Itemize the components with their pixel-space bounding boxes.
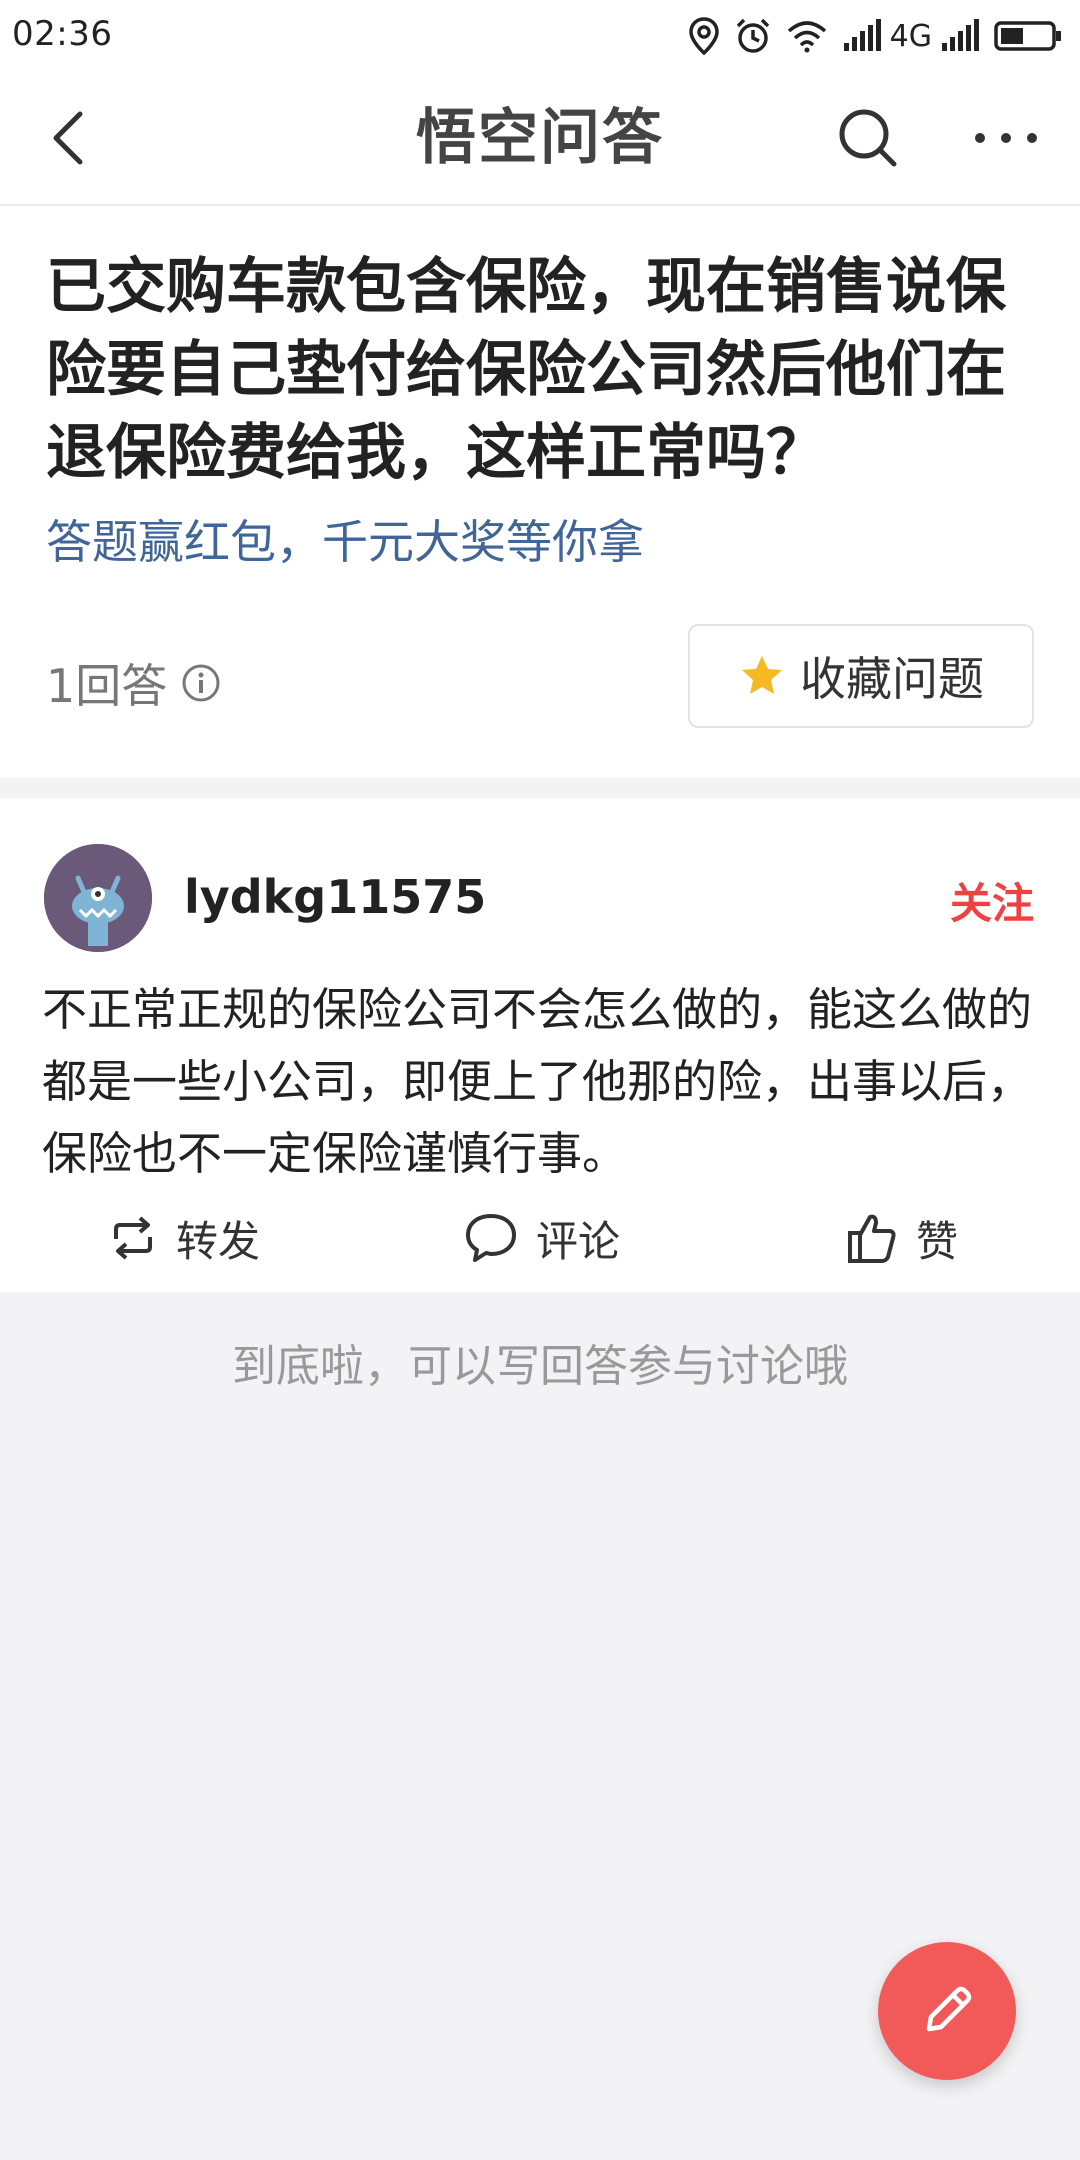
share-icon	[114, 1216, 152, 1260]
share-label: 转发	[176, 1216, 261, 1266]
author-name[interactable]: lydkg11575	[184, 870, 486, 924]
answer-card: lydkg11575 关注 不正常正规的保险公司不会怎么做的，能这么做的都是一些…	[0, 798, 1080, 1292]
pencil-icon	[926, 1986, 972, 2032]
alarm-icon	[736, 18, 769, 53]
comment-icon	[466, 1214, 516, 1262]
share-button[interactable]: 转发	[108, 1198, 260, 1278]
app-title: 悟空问答	[416, 103, 664, 173]
battery-icon	[994, 21, 1061, 51]
back-arrow-icon	[53, 111, 83, 165]
end-of-list-hint: 到底啦，可以写回答参与讨论哦	[232, 1341, 848, 1392]
answer-actions: 转发 评论 赞	[0, 1198, 1080, 1278]
favorite-question-button[interactable]: 收藏问题	[688, 624, 1034, 728]
network-type: 4G	[889, 18, 932, 54]
more-button[interactable]	[966, 102, 1046, 174]
like-button[interactable]: 赞	[846, 1198, 958, 1278]
location-icon	[688, 17, 719, 55]
search-button[interactable]	[832, 102, 904, 174]
info-icon[interactable]	[181, 663, 221, 703]
promo-link[interactable]: 答题赢红包，千元大奖等你拿	[46, 506, 644, 572]
comment-button[interactable]: 评论	[464, 1198, 620, 1278]
status-time: 02:36	[12, 14, 113, 54]
answer-count-label: 1回答	[46, 659, 168, 713]
more-icon	[975, 133, 1037, 143]
thumbs-up-icon	[848, 1214, 896, 1263]
question-title: 已交购车款包含保险，现在销售说保险要自己垫付给保险公司然后他们在退保险费给我，这…	[46, 252, 1006, 488]
status-icons: 4G	[688, 12, 1062, 60]
star-icon	[742, 656, 782, 694]
answer-content[interactable]: 不正常正规的保险公司不会怎么做的，能这么做的都是一些小公司，即便上了他那的险，出…	[42, 974, 1042, 1190]
avatar[interactable]	[44, 844, 152, 952]
status-bar: 02:36 4G	[0, 0, 1080, 72]
question-card: 已交购车款包含保险，现在销售说保险要自己垫付给保险公司然后他们在退保险费给我，这…	[0, 206, 1080, 778]
favorite-label: 收藏问题	[800, 652, 984, 706]
signal-icon	[843, 19, 881, 51]
follow-button[interactable]: 关注	[950, 870, 1034, 931]
search-icon	[839, 109, 897, 167]
wifi-icon	[787, 21, 826, 53]
like-label: 赞	[916, 1216, 959, 1266]
signal-icon	[942, 19, 979, 51]
comment-label: 评论	[536, 1216, 621, 1266]
avatar-icon	[44, 844, 152, 952]
write-answer-button[interactable]	[878, 1942, 1016, 2080]
back-button[interactable]	[36, 102, 108, 174]
answer-count: 1回答	[46, 650, 221, 716]
nav-bar: 悟空问答	[0, 72, 1080, 206]
